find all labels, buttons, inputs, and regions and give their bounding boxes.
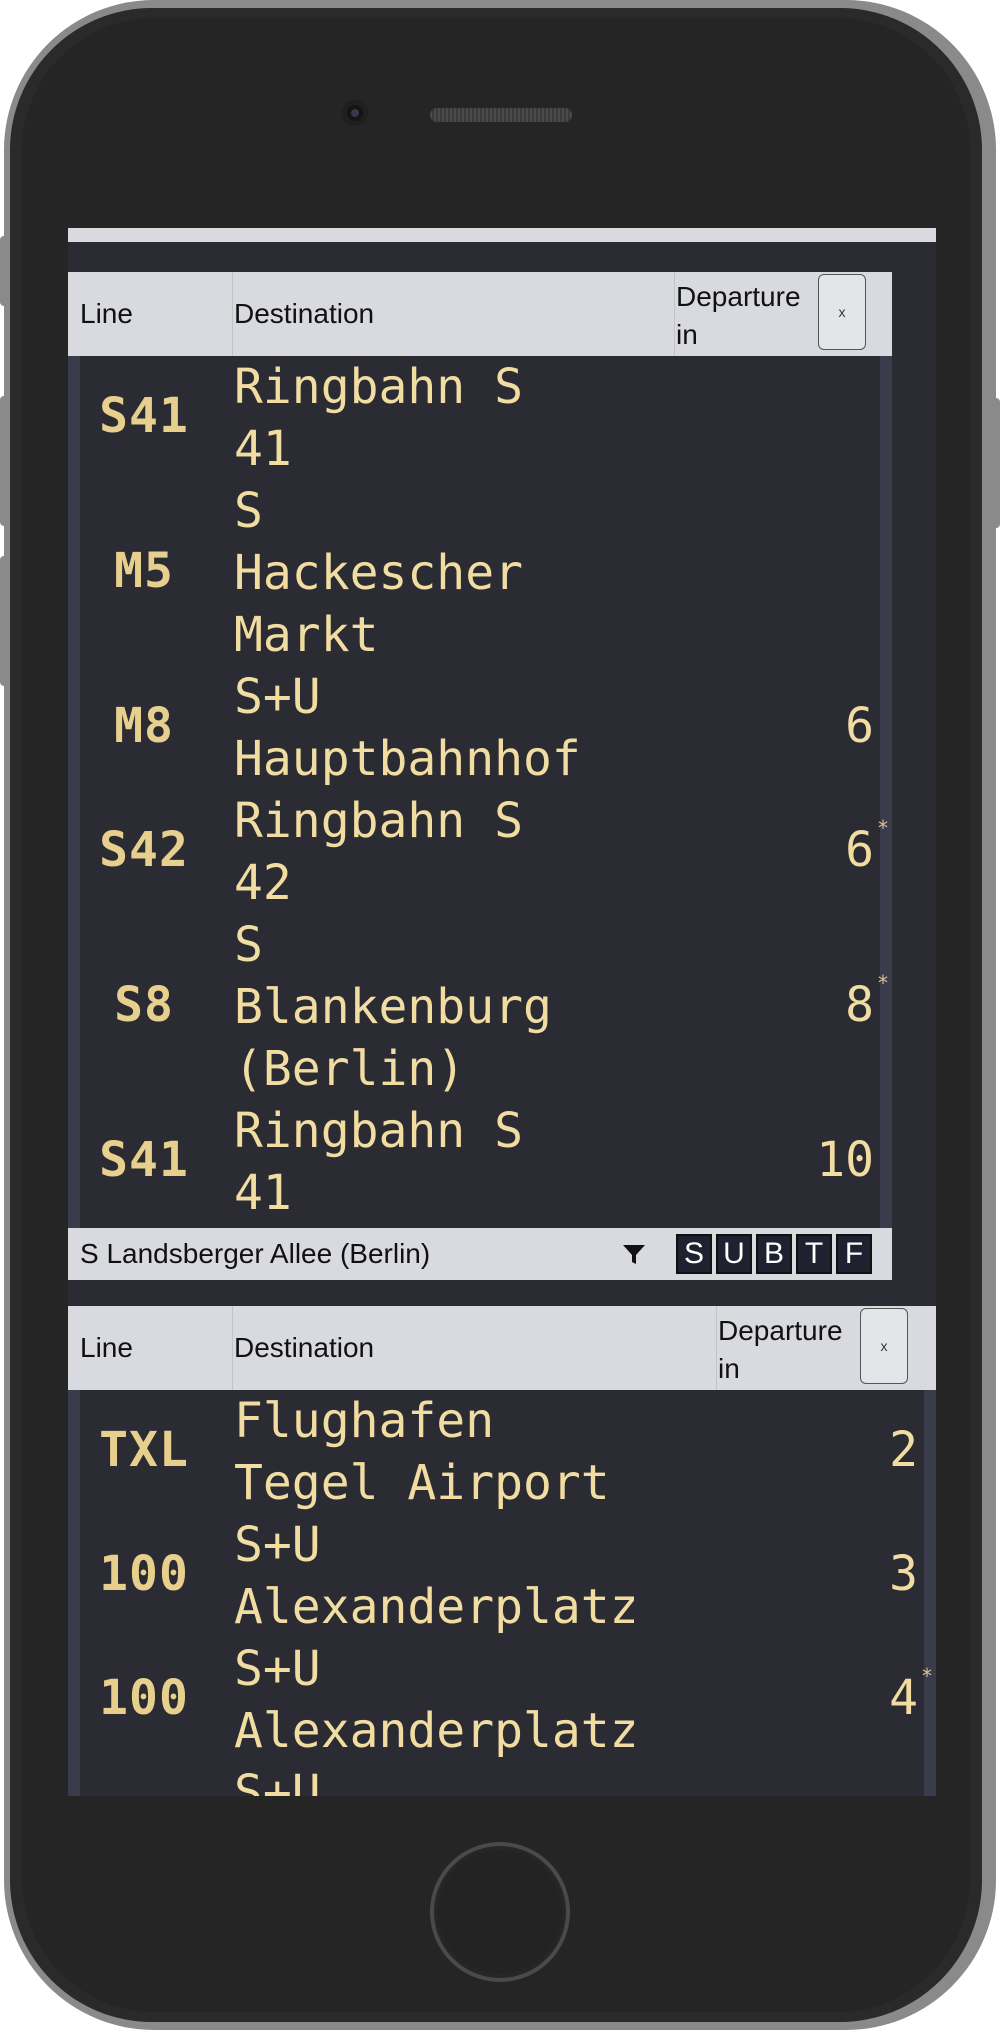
- line-id: S41: [99, 1132, 189, 1188]
- departure-minutes: 6: [845, 822, 874, 878]
- mode-toggle-f[interactable]: F: [836, 1234, 872, 1274]
- destination: Ringbahn S 41: [234, 1103, 523, 1221]
- station-name: S Landsberger Allee (Berlin): [80, 1238, 431, 1269]
- close-button[interactable]: x: [818, 274, 866, 350]
- departure-row: 100 S+U Alexanderplatz 4 *: [80, 1638, 932, 1762]
- board-body: S41 Ringbahn S 41 M5 S Hackescher Markt M8 S+…: [68, 356, 892, 1228]
- line-id: M5: [114, 543, 174, 599]
- speaker-grille: [430, 108, 572, 122]
- departure-row: M5 S Hackescher Markt: [80, 480, 880, 666]
- destination: S Hackescher Markt: [234, 483, 523, 663]
- destination: S+U Alexanderplatz: [234, 1641, 639, 1759]
- line-id: S8: [114, 977, 174, 1033]
- departure-minutes: 4: [889, 1670, 918, 1726]
- home-button[interactable]: [430, 1842, 570, 1982]
- departure-minutes: 8: [845, 977, 874, 1033]
- destination: S+U Alexanderplatz: [234, 1517, 639, 1635]
- screen: Line Destination Departure in x S41 Ringb…: [68, 228, 936, 1796]
- column-header-destination: Destination: [234, 298, 375, 329]
- departure-row: S8 S Blankenburg (Berlin) 8 *: [80, 914, 888, 1100]
- line-id: 100: [99, 1546, 189, 1602]
- column-divider: [674, 272, 675, 356]
- line-id: 100: [99, 1670, 189, 1726]
- column-header-destination: Destination: [234, 1332, 375, 1363]
- destination: S+U Hauptbahnhof: [234, 669, 581, 787]
- column-header-line: Line: [80, 298, 133, 329]
- column-header-departure: Departure in: [718, 1315, 843, 1384]
- destination: Ringbahn S 41: [234, 359, 523, 477]
- board-gutter-left: [68, 1390, 80, 1796]
- delay-marker: *: [922, 1664, 932, 1688]
- board-header: Line Destination Departure in x: [68, 272, 892, 356]
- mute-switch: [0, 236, 8, 306]
- column-divider: [232, 1306, 233, 1390]
- departure-row: S+U: [80, 1762, 924, 1796]
- mode-toggle-t[interactable]: T: [796, 1234, 832, 1274]
- filter-icon[interactable]: [622, 1244, 646, 1266]
- mode-toggle-u[interactable]: U: [716, 1234, 752, 1274]
- line-id: TXL: [99, 1422, 189, 1478]
- volume-up-button: [0, 396, 8, 526]
- departure-minutes: 6: [845, 698, 874, 754]
- column-header-line: Line: [80, 1332, 133, 1363]
- departure-minutes: 2: [889, 1422, 918, 1478]
- camera-icon: [342, 100, 368, 126]
- column-divider: [716, 1306, 717, 1390]
- departure-board-2: Line Destination Departure in x TXL Flugh…: [68, 1306, 936, 1796]
- power-button: [992, 398, 1000, 528]
- column-divider: [232, 272, 233, 356]
- delay-marker: *: [878, 816, 888, 840]
- departure-board-1: Line Destination Departure in x S41 Ringb…: [68, 272, 892, 1228]
- board-gutter-right: [880, 356, 892, 1228]
- destination: S Blankenburg (Berlin): [234, 917, 552, 1097]
- board-header: Line Destination Departure in x: [68, 1306, 936, 1390]
- departure-row: S41 Ringbahn S 41: [80, 356, 880, 480]
- line-id: S41: [99, 388, 189, 444]
- departure-row: S41 Ringbahn S 41 10: [80, 1100, 880, 1224]
- mode-toggle-s[interactable]: S: [676, 1234, 712, 1274]
- destination: Flughafen Tegel Airport: [234, 1393, 610, 1511]
- departure-minutes: 10: [816, 1132, 874, 1188]
- departure-row: 100 S+U Alexanderplatz 3: [80, 1514, 924, 1638]
- departure-row: TXL Flughafen Tegel Airport 2: [80, 1390, 924, 1514]
- volume-down-button: [0, 556, 8, 686]
- board-gutter-left: [68, 356, 80, 1228]
- line-id: M8: [114, 698, 174, 754]
- delay-marker: *: [878, 971, 888, 995]
- departure-row: M8 S+U Hauptbahnhof 6: [80, 666, 880, 790]
- station-bar: S Landsberger Allee (Berlin) S U B T F: [68, 1228, 892, 1280]
- board-gutter-right: [924, 1390, 936, 1796]
- departure-minutes: 3: [889, 1546, 918, 1602]
- departure-row: S42 Ringbahn S 42 6 *: [80, 790, 888, 914]
- column-header-departure: Departure in: [676, 281, 801, 350]
- close-button[interactable]: x: [860, 1308, 908, 1384]
- destination: S+U: [234, 1765, 321, 1796]
- transport-mode-toggles: S U B T F: [676, 1234, 872, 1274]
- line-id: S42: [99, 822, 189, 878]
- destination: Ringbahn S 42: [234, 793, 523, 911]
- station-bar-top: [68, 228, 936, 242]
- mode-toggle-b[interactable]: B: [756, 1234, 792, 1274]
- board-body: TXL Flughafen Tegel Airport 2 100 S+U Alexan…: [68, 1390, 936, 1796]
